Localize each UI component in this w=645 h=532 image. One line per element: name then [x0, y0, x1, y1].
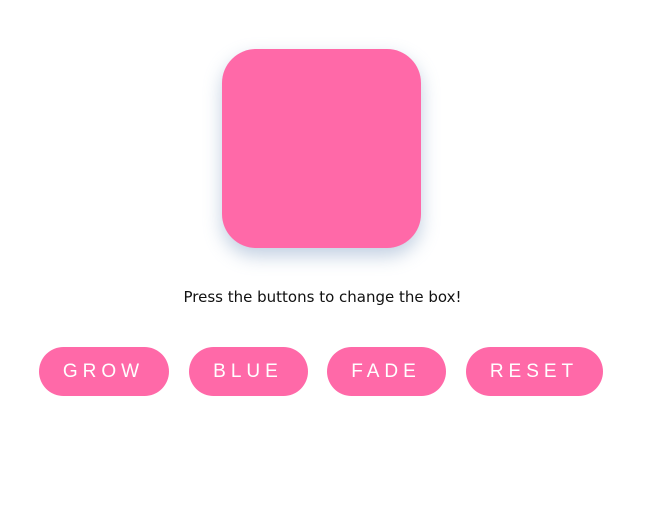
- blue-button[interactable]: BLUE: [189, 347, 308, 396]
- fade-button[interactable]: FADE: [327, 347, 446, 396]
- color-box: [222, 49, 421, 248]
- button-row: GROW BLUE FADE RESET: [0, 347, 645, 396]
- instruction-text: Press the buttons to change the box!: [183, 288, 462, 306]
- grow-button[interactable]: GROW: [39, 347, 169, 396]
- reset-button[interactable]: RESET: [466, 347, 603, 396]
